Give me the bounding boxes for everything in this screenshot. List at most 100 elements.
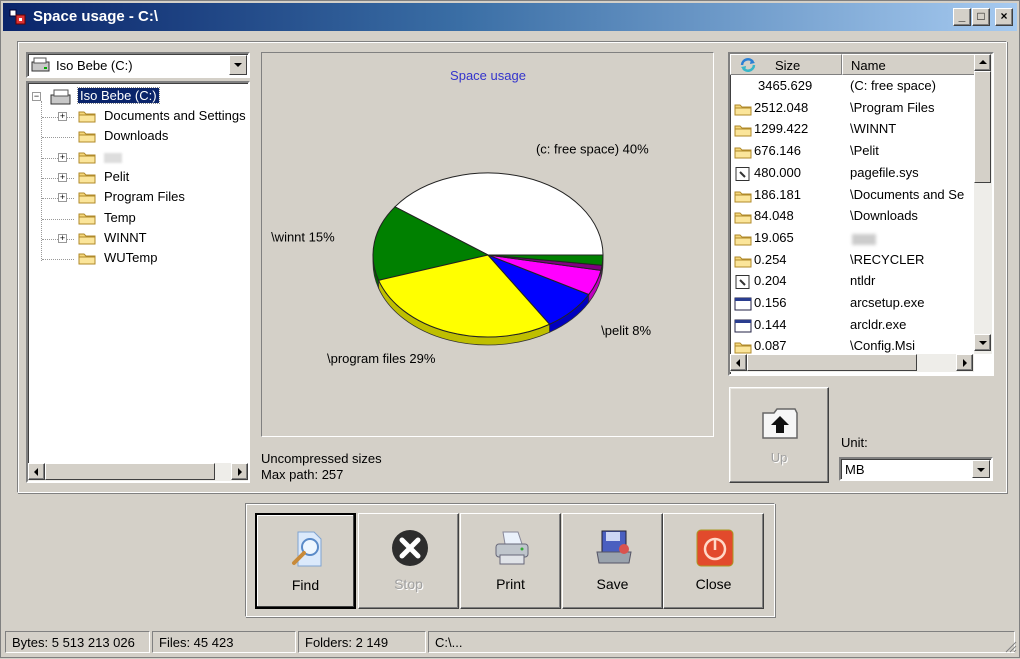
list-row[interactable]: 3465.629 (C: free space) bbox=[730, 76, 976, 98]
row-name: arcldr.exe bbox=[850, 316, 907, 332]
scroll-thumb[interactable] bbox=[974, 71, 991, 183]
folder-icon bbox=[734, 212, 752, 224]
close-button[interactable]: Close bbox=[663, 513, 764, 609]
scroll-right-button[interactable] bbox=[231, 463, 248, 480]
list-row[interactable]: 2512.048 \Program Files bbox=[730, 98, 976, 120]
list-row[interactable]: 480.000 pagefile.sys bbox=[730, 163, 976, 185]
tree-item-label: Downloads bbox=[104, 128, 169, 144]
list-row[interactable]: 0.156 arcsetup.exe bbox=[730, 293, 976, 315]
scroll-right-button[interactable] bbox=[956, 354, 973, 371]
folder-up-icon bbox=[762, 408, 798, 439]
folder-icon bbox=[78, 213, 96, 224]
file-size-list[interactable]: Size Name 3465.629 (C: free space) 2512.04… bbox=[728, 52, 994, 376]
folder-icon bbox=[734, 256, 752, 268]
folder-icon bbox=[78, 152, 96, 164]
close-button-label: Close bbox=[695, 576, 732, 592]
row-size: 84.048 bbox=[754, 208, 794, 224]
tree-item[interactable]: + Pelit bbox=[28, 168, 248, 188]
list-row[interactable]: 0.144 arcldr.exe bbox=[730, 315, 976, 337]
chevron-down-icon[interactable] bbox=[229, 55, 247, 75]
scroll-thumb[interactable] bbox=[747, 354, 917, 371]
tree-item[interactable]: WUTemp bbox=[28, 249, 248, 269]
expand-icon[interactable]: + bbox=[58, 172, 67, 182]
up-button[interactable]: Up bbox=[729, 387, 829, 483]
scroll-down-button[interactable] bbox=[974, 334, 991, 351]
status-files: Files: 45 423 bbox=[152, 631, 296, 653]
expand-icon[interactable]: + bbox=[58, 112, 67, 121]
scroll-thumb[interactable] bbox=[45, 463, 215, 480]
scroll-left-button[interactable] bbox=[28, 463, 45, 480]
space-usage-chart: Space usage (c: free space) 40% \winnt 15… bbox=[261, 52, 714, 437]
folder-tree[interactable]: − Iso Bebe (C:) + Documents and Settings D… bbox=[26, 81, 250, 483]
save-icon bbox=[596, 530, 632, 564]
tree-item[interactable]: + Program Files bbox=[28, 188, 248, 208]
list-row[interactable]: 19.065 bbox=[730, 228, 976, 250]
folder-icon bbox=[78, 192, 96, 204]
tree-item[interactable]: + WINNT bbox=[28, 229, 248, 249]
list-row[interactable]: 1299.422 \WINNT bbox=[730, 119, 976, 141]
stop-button-label: Stop bbox=[394, 576, 423, 592]
list-row[interactable]: 186.181 \Documents and Se bbox=[730, 185, 976, 207]
row-size: 480.000 bbox=[754, 164, 801, 180]
list-row[interactable]: 0.204 ntldr bbox=[730, 271, 976, 293]
stop-button[interactable]: Stop bbox=[358, 513, 459, 609]
tree-item[interactable]: Downloads bbox=[28, 127, 248, 147]
list-row[interactable]: 676.146 \Pelit bbox=[730, 141, 976, 163]
minimize-button[interactable]: _ bbox=[953, 8, 971, 26]
folder-icon bbox=[78, 233, 96, 245]
tree-item[interactable]: Temp bbox=[28, 209, 248, 229]
title-bar[interactable]: Space usage - C:\ _ □ × bbox=[3, 3, 1017, 31]
expand-icon[interactable]: + bbox=[58, 152, 67, 162]
scroll-up-button[interactable] bbox=[974, 54, 991, 71]
folder-icon bbox=[734, 125, 752, 137]
status-path: C:\... bbox=[428, 631, 1015, 653]
tree-item-label: Pelit bbox=[104, 168, 130, 184]
list-vertical-scrollbar[interactable] bbox=[974, 54, 992, 354]
folder-icon bbox=[734, 147, 752, 159]
tree-horizontal-scrollbar[interactable] bbox=[28, 463, 248, 481]
save-button[interactable]: Save bbox=[562, 513, 663, 609]
row-size: 3465.629 bbox=[758, 78, 813, 93]
tree-root[interactable]: − Iso Bebe (C:) bbox=[28, 87, 248, 107]
row-size: 186.181 bbox=[754, 186, 801, 202]
app-icon bbox=[9, 9, 26, 25]
list-horizontal-scrollbar[interactable] bbox=[730, 354, 974, 372]
row-name: arcsetup.exe bbox=[850, 295, 925, 310]
expand-icon[interactable]: + bbox=[58, 193, 67, 203]
power-icon bbox=[696, 529, 734, 567]
row-size: 1299.422 bbox=[754, 121, 809, 137]
pie-chart: Space usage (c: free space) 40% \winnt 15… bbox=[271, 68, 651, 366]
window-title: Space usage - C:\ bbox=[33, 8, 159, 25]
maximize-button[interactable]: □ bbox=[972, 8, 990, 26]
row-name: \WINNT bbox=[850, 121, 897, 137]
scroll-left-button[interactable] bbox=[730, 354, 747, 371]
row-name: (C: free space) bbox=[850, 78, 936, 93]
resize-grip-icon[interactable] bbox=[1003, 639, 1017, 653]
printer-icon bbox=[495, 531, 529, 565]
tree-item[interactable]: + Documents and Settings bbox=[28, 107, 248, 127]
find-icon bbox=[292, 531, 322, 567]
tree-item[interactable]: + bbox=[28, 148, 248, 168]
row-name: \Program Files bbox=[850, 99, 935, 115]
drive-selector[interactable]: Iso Bebe (C:) bbox=[26, 52, 250, 78]
folder-icon bbox=[734, 342, 752, 354]
chevron-down-icon[interactable] bbox=[972, 460, 990, 478]
expand-icon[interactable]: + bbox=[58, 233, 67, 243]
system-file-icon bbox=[735, 166, 750, 181]
row-size: 0.087 bbox=[754, 338, 787, 354]
row-name: \Pelit bbox=[850, 143, 879, 159]
print-button[interactable]: Print bbox=[460, 513, 561, 609]
list-row[interactable]: 84.048 \Downloads bbox=[730, 206, 976, 228]
unit-label: Unit: bbox=[841, 435, 868, 450]
folder-icon bbox=[78, 253, 96, 265]
column-header-size[interactable]: Size bbox=[730, 54, 842, 75]
folder-icon bbox=[734, 234, 752, 246]
close-window-button[interactable]: × bbox=[995, 8, 1013, 26]
collapse-icon[interactable]: − bbox=[32, 92, 41, 101]
row-name: ntldr bbox=[850, 273, 876, 289]
find-button[interactable]: Find bbox=[255, 513, 356, 609]
column-header-name[interactable]: Name bbox=[842, 54, 976, 75]
list-row[interactable]: 0.254 \RECYCLER bbox=[730, 250, 976, 272]
redacted-label bbox=[104, 152, 122, 163]
unit-selector[interactable]: MB bbox=[839, 457, 993, 481]
